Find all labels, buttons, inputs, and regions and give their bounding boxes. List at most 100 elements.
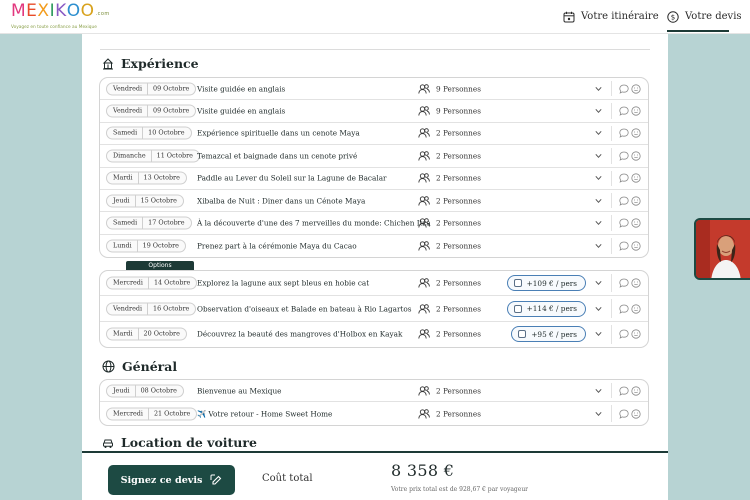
date-pill: Jeudi 08 Octobre — [106, 384, 184, 398]
list-row[interactable]: Vendredi 09 Octobre Visite guidée en angla… — [100, 78, 648, 101]
option-price-toggle[interactable]: +109 € / pers — [506, 275, 586, 292]
users-icon — [418, 83, 430, 94]
row-actions — [619, 408, 641, 419]
comment-icon[interactable] — [619, 409, 629, 419]
smiley-icon[interactable] — [631, 218, 641, 228]
row-actions — [619, 241, 641, 251]
list-row[interactable]: Mercredi 14 Octobre Explorez la lagune aux… — [100, 271, 648, 297]
chevron-down-icon[interactable] — [595, 153, 602, 158]
smiley-icon[interactable] — [631, 106, 641, 116]
row-divider — [611, 237, 612, 255]
date-date: 19 Octobre — [142, 241, 179, 250]
date-day: Mercredi — [107, 408, 149, 420]
smiley-icon[interactable] — [631, 196, 641, 206]
divider — [100, 49, 650, 50]
date-date: 16 Octobre — [153, 304, 190, 313]
chevron-down-icon[interactable] — [595, 306, 602, 311]
smiley-icon[interactable] — [631, 151, 641, 161]
date-pill: Mardi 20 Octobre — [106, 327, 187, 341]
option-price-toggle[interactable]: +95 € / pers — [511, 326, 586, 343]
sign-button-label: Signez ce devis — [120, 474, 203, 486]
date-pill: Samedi 10 Octobre — [106, 126, 192, 140]
list-row[interactable]: Mercredi 21 Octobre ✈️ Votre retour - Home… — [100, 402, 648, 424]
option-price-toggle[interactable]: +114 € / pers — [506, 300, 586, 317]
chevron-down-icon[interactable] — [595, 332, 602, 337]
smiley-icon[interactable] — [631, 241, 641, 251]
comment-icon[interactable] — [619, 278, 629, 288]
comment-icon[interactable] — [619, 173, 629, 184]
date-day: Jeudi — [107, 195, 136, 207]
list-row[interactable]: Mardi 20 Octobre Découvrez la beauté des m… — [100, 322, 648, 347]
people-count-label: 2 Personnes — [436, 218, 481, 228]
chevron-down-icon[interactable] — [595, 109, 602, 114]
chevron-down-icon[interactable] — [595, 176, 602, 181]
option-checkbox[interactable] — [513, 304, 522, 313]
option-checkbox[interactable] — [513, 279, 522, 288]
users-icon — [418, 218, 430, 229]
list-row[interactable]: Samedi 10 Octobre Expérience spirituelle d… — [100, 123, 648, 146]
chevron-down-icon[interactable] — [595, 243, 602, 248]
option-price-label: +95 € / pers — [531, 329, 577, 339]
row-actions — [619, 218, 641, 228]
date-pill: Mercredi 21 Octobre — [106, 407, 198, 421]
chevron-down-icon[interactable] — [595, 198, 602, 203]
list-row[interactable]: Samedi 17 Octobre À la découverte d'une de… — [100, 212, 648, 235]
option-price-label: +114 € / pers — [526, 304, 577, 314]
comment-icon[interactable] — [619, 106, 629, 116]
smiley-icon[interactable] — [631, 303, 641, 314]
nav-itinerary[interactable]: Votre itinéraire — [563, 8, 659, 25]
comment-icon[interactable] — [619, 128, 629, 139]
users-icon — [418, 240, 430, 251]
logo-letter: K — [55, 1, 67, 21]
comment-icon[interactable] — [619, 304, 629, 314]
chevron-down-icon[interactable] — [595, 388, 602, 393]
comment-icon[interactable] — [619, 196, 629, 206]
list-row[interactable]: Lundi 19 Octobre Prenez part à la cérémoni… — [100, 235, 648, 257]
quote-footer: Signez ce devis Coût total 8 358 € Votre… — [82, 451, 668, 500]
chevron-down-icon[interactable] — [595, 281, 602, 286]
people-count: 2 Personnes — [418, 240, 481, 251]
comment-icon[interactable] — [619, 329, 629, 340]
smiley-icon[interactable] — [631, 278, 641, 288]
users-icon — [418, 278, 430, 289]
advisor-avatar[interactable] — [694, 218, 750, 280]
chevron-down-icon[interactable] — [595, 411, 602, 416]
comment-icon[interactable] — [619, 386, 629, 396]
list-row[interactable]: Mardi 13 Octobre Paddle au Lever du Soleil… — [100, 168, 648, 190]
chevron-down-icon[interactable] — [595, 131, 602, 136]
people-count-label: 2 Personnes — [436, 329, 481, 339]
list-row[interactable]: Jeudi 15 Octobre Xibalba de Nuit : Diner d… — [100, 190, 648, 213]
list-row[interactable]: Vendredi 09 Octobre Visite guidée en angla… — [100, 100, 648, 123]
smiley-icon[interactable] — [631, 173, 641, 183]
people-count-label: 2 Personnes — [436, 409, 481, 419]
comment-icon[interactable] — [619, 84, 629, 94]
smiley-icon[interactable] — [631, 84, 641, 94]
activity-title: Observation d'oiseaux et Balade en batea… — [197, 304, 412, 314]
people-count-label: 2 Personnes — [436, 241, 481, 251]
comment-icon[interactable] — [619, 241, 629, 251]
row-actions — [619, 329, 641, 340]
chevron-down-icon[interactable] — [595, 220, 602, 226]
comment-icon[interactable] — [619, 151, 629, 161]
list-row[interactable]: Jeudi 08 Octobre Bienvenue au Mexique 2 Per… — [100, 380, 648, 403]
date-day: Jeudi — [107, 385, 136, 397]
list-row[interactable]: Dimanche 11 Octobre Temazcal et baignade d… — [100, 145, 648, 168]
mexikoo-logo[interactable]: MEXIKOO.com Voyagez en toute confiance a… — [11, 1, 109, 31]
comment-icon[interactable] — [619, 218, 629, 228]
option-checkbox[interactable] — [518, 330, 527, 339]
users-icon — [418, 385, 430, 396]
activity-title: Expérience spirituelle dans un cenote Ma… — [197, 128, 360, 138]
row-divider — [611, 81, 612, 97]
options-list: Mercredi 14 Octobre Explorez la lagune aux… — [99, 270, 649, 349]
section-car-label: Location de voiture — [121, 435, 257, 450]
smiley-icon[interactable] — [631, 329, 641, 340]
list-row[interactable]: Vendredi 16 Octobre Observation d'oiseaux … — [100, 296, 648, 322]
smiley-icon[interactable] — [631, 386, 641, 396]
smiley-icon[interactable] — [631, 408, 641, 419]
chevron-down-icon[interactable] — [595, 86, 602, 91]
smiley-icon[interactable] — [631, 128, 641, 139]
users-icon — [418, 128, 430, 139]
nav-quote[interactable]: $ Votre devis — [667, 8, 742, 25]
sign-quote-button[interactable]: Signez ce devis — [108, 465, 235, 495]
signature-icon — [210, 474, 222, 486]
